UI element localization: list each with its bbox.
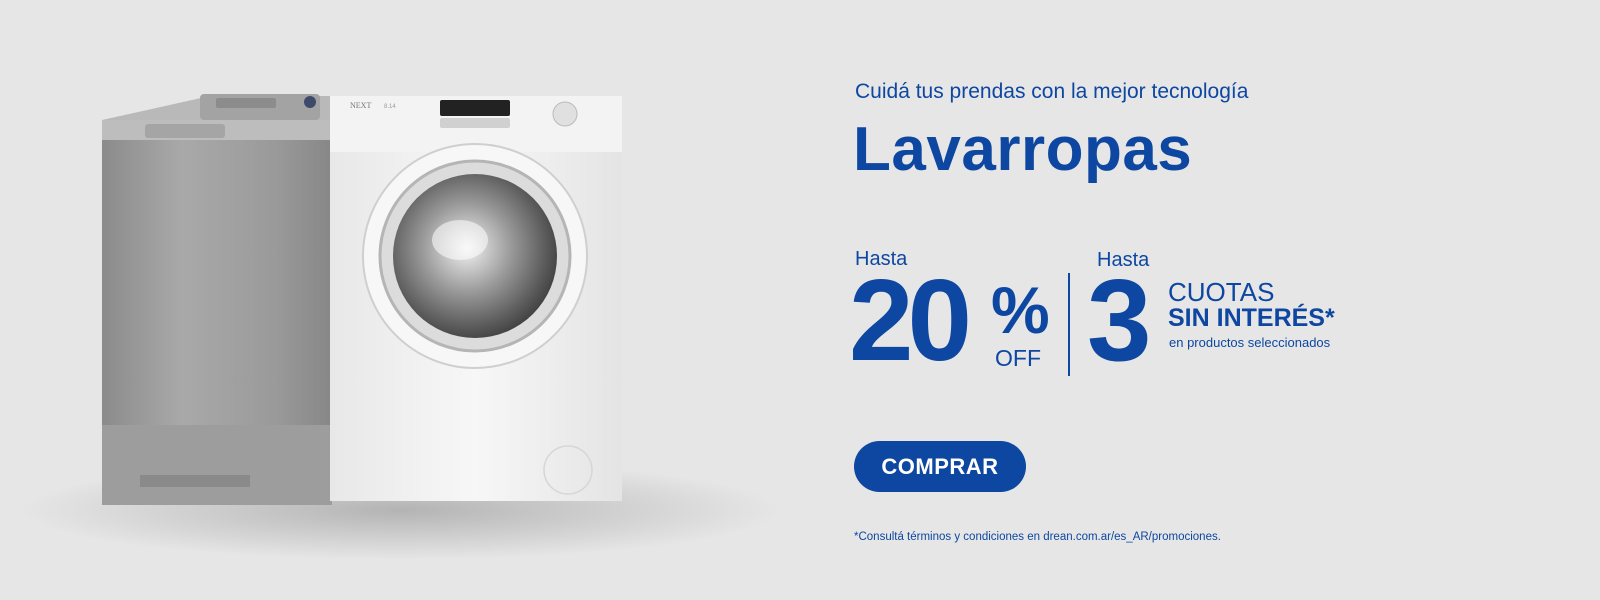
discount-suffix: OFF	[995, 345, 1041, 371]
legal-note: *Consultá términos y condiciones en drea…	[854, 531, 1221, 543]
front-loader-washer: NEXT 8.14	[330, 96, 622, 501]
installments-line1: CUOTAS	[1168, 277, 1275, 307]
top-loader-washer	[102, 94, 340, 505]
discount-value: 20	[849, 255, 972, 385]
kicker-text: Cuidá tus prendas con la mejor tecnologí…	[855, 80, 1249, 103]
percent-sign: %	[991, 273, 1050, 347]
offer-divider	[1068, 273, 1070, 376]
model-text: 8.14	[384, 104, 396, 110]
installments-value: 3	[1087, 255, 1152, 385]
installments-line2: SIN INTERÉS*	[1168, 304, 1335, 332]
comprar-button[interactable]: COMPRAR	[854, 441, 1026, 492]
promo-copy: Cuidá tus prendas con la mejor tecnologí…	[849, 0, 1555, 600]
page-title: Lavarropas	[853, 115, 1193, 184]
brand-mark: NEXT	[350, 101, 371, 110]
promo-banner: NEXT 8.14 Cuidá tus prendas con la mejor…	[0, 0, 1600, 600]
installments-line3: en productos seleccionados	[1169, 335, 1331, 350]
washing-machines-image: NEXT 8.14	[20, 94, 780, 560]
